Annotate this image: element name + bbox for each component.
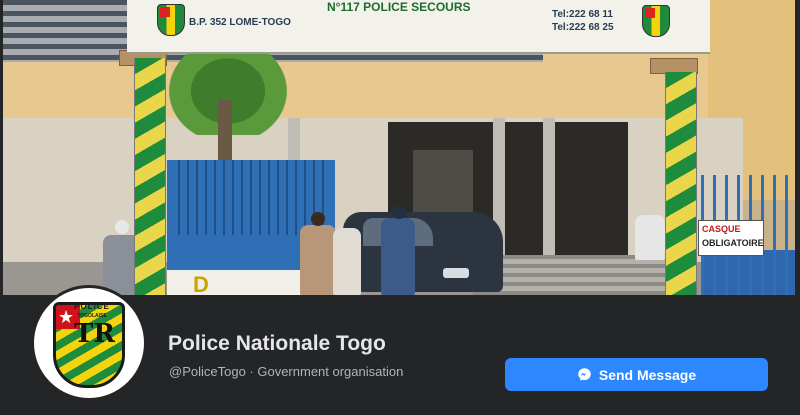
page-category[interactable]: Government organisation	[257, 364, 403, 379]
banner-phone: Tel:222 68 11	[552, 9, 613, 20]
building-column	[543, 118, 555, 268]
pedestrian	[300, 225, 336, 295]
send-message-label: Send Message	[598, 366, 697, 383]
badge-sub-text: TOGOLAISE	[77, 313, 107, 319]
seated-person	[635, 215, 665, 260]
banner-address: B.P. 352 LOME-TOGO	[189, 17, 291, 28]
pedestrian-head	[311, 212, 325, 226]
sign-text-2: OBLIGATOIRE	[702, 238, 764, 248]
entrance-stairs	[473, 255, 673, 295]
striped-pillar-right	[665, 72, 697, 295]
badge-top-text: POLICE	[74, 302, 110, 311]
page-title[interactable]: Police Nationale Togo	[168, 332, 386, 356]
cover-photo[interactable]: D CASQUE OBLIGATOIRE N°117 POLICE SECOUR…	[3, 0, 795, 295]
helmet-sign: CASQUE OBLIGATOIRE	[698, 220, 764, 256]
officer-head	[392, 205, 406, 219]
pedestrian	[333, 228, 361, 295]
banner-phone: Tel:222 68 25	[552, 22, 614, 33]
police-officer	[381, 218, 415, 295]
gate-bars	[171, 160, 331, 235]
sign-text-1: CASQUE	[702, 224, 741, 234]
flag-emblem-icon	[157, 4, 185, 36]
page-subtitle: @PoliceTogo · Government organisation	[169, 364, 403, 379]
motorcyclist-helmet	[115, 220, 129, 234]
gate-letter: D	[193, 272, 209, 295]
messenger-icon	[578, 368, 591, 381]
striped-pillar-left	[134, 58, 166, 295]
profile-picture[interactable]: ★ TR POLICE TOGOLAISE	[31, 285, 147, 401]
banner-title: N°117 POLICE SECOURS	[327, 0, 471, 14]
flag-emblem-icon	[642, 5, 670, 37]
subtitle-separator: ·	[245, 364, 258, 379]
send-message-button[interactable]: Send Message	[505, 358, 768, 391]
page-username[interactable]: @PoliceTogo	[169, 364, 246, 379]
badge-letters: TR	[74, 319, 115, 349]
page-header: D CASQUE OBLIGATOIRE N°117 POLICE SECOUR…	[0, 0, 800, 415]
station-banner: N°117 POLICE SECOURS B.P. 352 LOME-TOGO …	[127, 0, 710, 54]
car-headlight	[443, 268, 469, 278]
